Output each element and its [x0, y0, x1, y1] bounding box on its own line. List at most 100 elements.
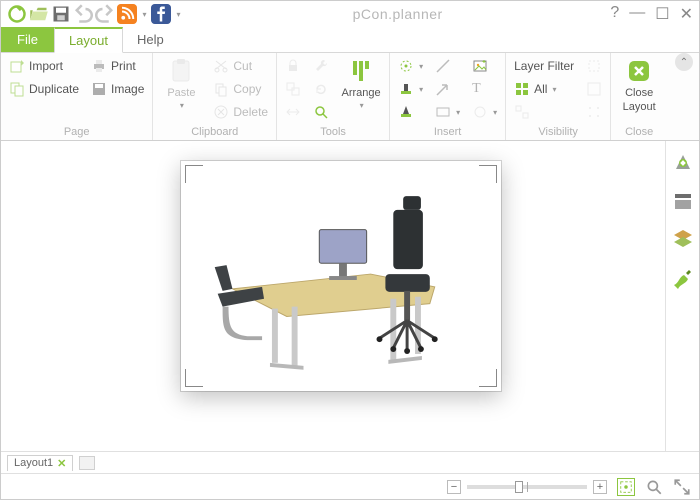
close-icon — [625, 57, 653, 85]
save-icon[interactable] — [51, 4, 71, 24]
image-insert-button[interactable] — [468, 55, 501, 77]
stamp-button[interactable]: ▾ — [394, 78, 427, 100]
quick-access-toolbar: ▾ ▾ pCon.planner ? — ☐ ✕ — [1, 1, 699, 27]
tool-a-button[interactable] — [309, 55, 333, 77]
facebook-icon[interactable] — [151, 4, 171, 24]
settings-panel-icon[interactable] — [671, 151, 695, 175]
image-icon — [472, 58, 488, 74]
layout-canvas[interactable] — [1, 141, 665, 451]
vis-c-button[interactable] — [510, 101, 578, 123]
app-window: ▾ ▾ pCon.planner ? — ☐ ✕ File Layout Hel… — [0, 0, 700, 500]
dropdown-icon[interactable]: ▾ — [139, 4, 149, 24]
line-button[interactable] — [431, 55, 464, 77]
collapse-ribbon-icon[interactable]: ⌃ — [675, 53, 693, 71]
close-label-2: Layout — [623, 101, 656, 113]
arrow-icon — [435, 81, 451, 97]
text-button[interactable]: T — [468, 78, 501, 100]
group-label: Clipboard — [157, 126, 272, 140]
copy-label: Copy — [233, 82, 261, 96]
zoom-track[interactable] — [467, 485, 587, 489]
vis-e-button[interactable] — [582, 78, 606, 100]
minimize-icon[interactable]: — — [629, 4, 645, 24]
zoom-out-button[interactable]: − — [447, 480, 461, 494]
zoom-extents-icon[interactable] — [645, 478, 663, 496]
help-icon[interactable]: ? — [610, 4, 619, 24]
image-button[interactable]: Image — [87, 78, 148, 100]
zoom-in-button[interactable]: + — [593, 480, 607, 494]
cut-button[interactable]: Cut — [209, 55, 272, 77]
chevron-down-icon: ▾ — [180, 101, 184, 110]
wrench-icon — [313, 58, 329, 74]
chevron-down-icon: ▾ — [493, 108, 497, 117]
stamp-icon — [398, 104, 414, 120]
expand-icon[interactable] — [673, 478, 691, 496]
rect-button[interactable]: ▾ — [431, 101, 464, 123]
print-icon — [91, 58, 107, 74]
undo-icon[interactable] — [73, 4, 93, 24]
duplicate-label: Duplicate — [29, 82, 79, 96]
tool-c-button[interactable] — [309, 101, 333, 123]
app-title: pCon.planner — [185, 6, 610, 22]
cut-label: Cut — [233, 59, 252, 73]
option-icon — [514, 104, 530, 120]
all-label: All — [534, 82, 547, 96]
paste-button[interactable]: Paste ▾ — [157, 55, 205, 112]
zoom-thumb[interactable] — [515, 481, 523, 493]
print-label: Print — [111, 59, 136, 73]
view-button[interactable]: ▾ — [394, 55, 427, 77]
flip-button[interactable] — [281, 101, 305, 123]
print-button[interactable]: Print — [87, 55, 148, 77]
view-icon — [398, 58, 414, 74]
group-label: Insert — [394, 126, 501, 140]
fit-view-icon[interactable] — [617, 478, 635, 496]
dropdown-icon[interactable]: ▾ — [173, 4, 183, 24]
tab-file[interactable]: File — [1, 27, 54, 52]
ribbon-group-page: Import Duplicate Print Image — [1, 53, 153, 140]
ribbon: Import Duplicate Print Image — [1, 53, 699, 141]
maximize-icon[interactable]: ☐ — [655, 4, 669, 24]
close-tab-icon[interactable]: ✕ — [57, 457, 66, 470]
document-tab-label: Layout1 — [14, 457, 53, 469]
group-label: Page — [5, 126, 148, 140]
group-button[interactable] — [281, 78, 305, 100]
group-label: Close — [615, 126, 663, 140]
tab-help[interactable]: Help — [123, 27, 178, 52]
arrange-button[interactable]: Arrange ▾ — [337, 55, 385, 112]
shape-icon — [472, 104, 488, 120]
copy-icon — [213, 81, 229, 97]
rotate-icon — [313, 81, 329, 97]
arrow-button[interactable] — [431, 78, 464, 100]
chevron-down-icon: ▾ — [419, 85, 423, 94]
new-tab-button[interactable] — [79, 456, 95, 470]
redo-icon[interactable] — [95, 4, 115, 24]
layer-filter-button[interactable]: Layer Filter — [510, 55, 578, 77]
text-icon: T — [472, 81, 488, 97]
more-shape-button[interactable]: ▾ — [468, 101, 501, 123]
import-button[interactable]: Import — [5, 55, 83, 77]
document-tab[interactable]: Layout1 ✕ — [7, 455, 73, 471]
app-menu-icon[interactable] — [7, 4, 27, 24]
stamp2-button[interactable] — [394, 101, 427, 123]
pen-panel-icon[interactable] — [671, 265, 695, 289]
lock-button[interactable] — [281, 55, 305, 77]
zoom-midpoint — [527, 482, 528, 492]
all-button[interactable]: All ▾ — [510, 78, 578, 100]
close-icon[interactable]: ✕ — [680, 4, 693, 24]
duplicate-button[interactable]: Duplicate — [5, 78, 83, 100]
vis-d-button[interactable] — [582, 55, 606, 77]
vis-f-button[interactable] — [582, 101, 606, 123]
option-icon — [586, 58, 602, 74]
close-label-1: Close — [625, 87, 653, 99]
layers-panel-icon[interactable] — [671, 227, 695, 251]
tool-b-button[interactable] — [309, 78, 333, 100]
rss-icon[interactable] — [117, 4, 137, 24]
drawer-panel-icon[interactable] — [671, 189, 695, 213]
delete-button[interactable]: Delete — [209, 101, 272, 123]
copy-button[interactable]: Copy — [209, 78, 272, 100]
tab-layout[interactable]: Layout — [54, 27, 123, 53]
arrange-icon — [347, 57, 375, 85]
zoom-slider: − + — [447, 480, 607, 494]
layout-page[interactable] — [181, 161, 501, 391]
close-layout-button[interactable]: Close Layout — [615, 55, 663, 115]
open-icon[interactable] — [29, 4, 49, 24]
